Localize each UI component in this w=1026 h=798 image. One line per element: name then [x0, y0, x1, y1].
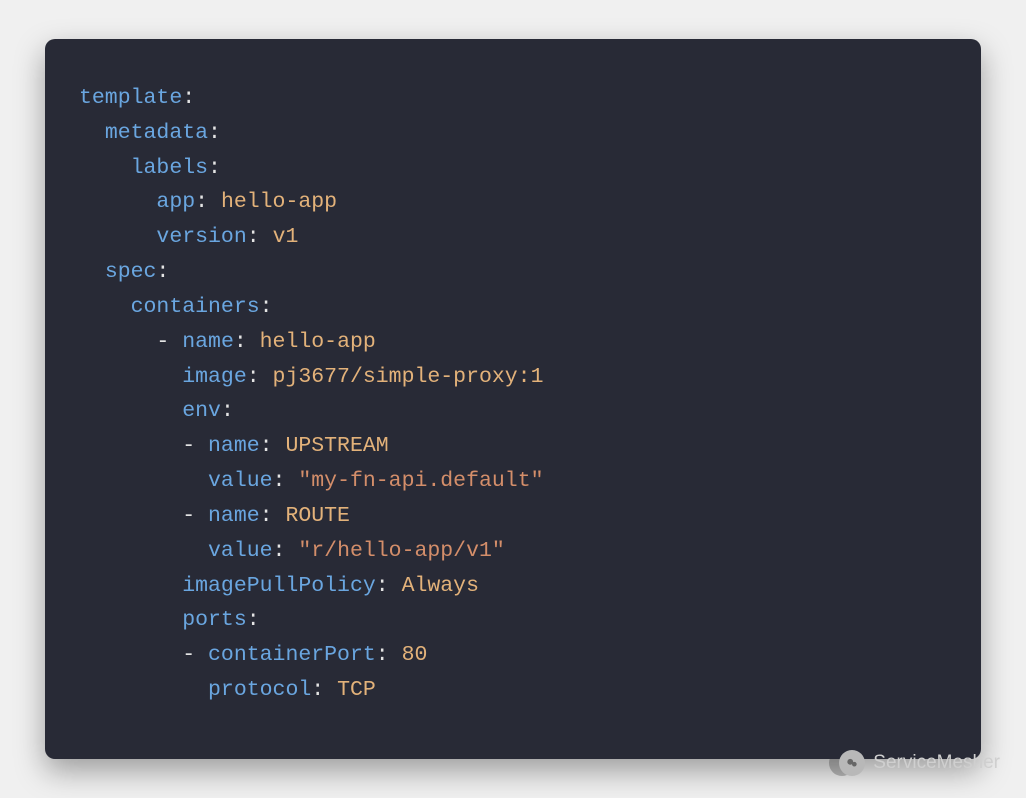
yaml-key: image [182, 365, 247, 389]
yaml-value: pj3677/simple-proxy:1 [273, 365, 544, 389]
code-block: template: metadata: labels: app: hello-a… [79, 81, 947, 708]
yaml-value: 80 [402, 643, 428, 667]
yaml-key: containerPort [208, 643, 376, 667]
yaml-key: protocol [208, 678, 311, 702]
yaml-key: labels [131, 156, 208, 180]
watermark: ServiceMesher [839, 750, 1000, 776]
yaml-value: ROUTE [285, 504, 350, 528]
yaml-key: spec [105, 260, 157, 284]
yaml-key: env [182, 399, 221, 423]
yaml-key: name [208, 504, 260, 528]
yaml-value: "r/hello-app/v1" [298, 539, 504, 563]
yaml-key: containers [131, 295, 260, 319]
yaml-key: name [208, 434, 260, 458]
yaml-value: v1 [273, 225, 299, 249]
yaml-key: version [156, 225, 246, 249]
yaml-value: TCP [337, 678, 376, 702]
yaml-key: value [208, 469, 273, 493]
yaml-key: metadata [105, 121, 208, 145]
yaml-key: name [182, 330, 234, 354]
yaml-value: hello-app [260, 330, 376, 354]
watermark-label: ServiceMesher [873, 752, 1000, 774]
yaml-key: imagePullPolicy [182, 574, 376, 598]
wechat-icon [839, 750, 865, 776]
code-card: template: metadata: labels: app: hello-a… [45, 39, 981, 759]
yaml-key: app [156, 190, 195, 214]
yaml-value: hello-app [221, 190, 337, 214]
yaml-value: UPSTREAM [285, 434, 388, 458]
yaml-key: ports [182, 608, 247, 632]
yaml-key: template [79, 86, 182, 110]
yaml-key: value [208, 539, 273, 563]
yaml-value: Always [402, 574, 479, 598]
yaml-value: "my-fn-api.default" [298, 469, 543, 493]
